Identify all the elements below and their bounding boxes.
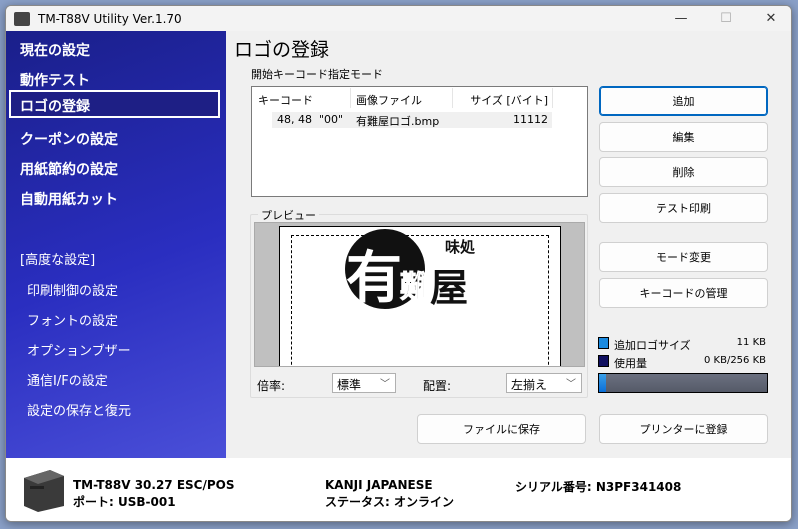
capacity-bar-fill (599, 374, 607, 392)
maximize-button[interactable]: ☐ (703, 6, 749, 31)
sidebar: 現在の設定 動作テスト ロゴの登録 クーポンの設定 用紙節約の設定 自動用紙カッ… (6, 31, 226, 458)
logo-list[interactable]: キーコード 画像ファイル サイズ [バイト] 48, 48 "00" 有難屋ロゴ… (251, 86, 588, 197)
svg-text:有: 有 (346, 246, 402, 311)
sidebar-item-backup-restore[interactable]: 設定の保存と復元 (27, 400, 131, 419)
align-label: 配置: (423, 379, 452, 393)
minimize-button[interactable]: — (658, 6, 704, 31)
mode-label: 開始キーコード指定モード (251, 68, 383, 81)
sidebar-item-operation-test[interactable]: 動作テスト (20, 70, 90, 90)
zoom-select[interactable]: 標準 ﹀ (332, 373, 396, 393)
svg-text:味処: 味処 (445, 238, 476, 256)
sidebar-item-buzzer[interactable]: オプションブザー (27, 340, 131, 359)
capacity-bar (598, 373, 768, 393)
printer-icon (24, 470, 64, 512)
logo-image: 有 難 屋 味処 (345, 229, 476, 311)
chevron-down-icon: ﹀ (380, 379, 390, 390)
window-title: TM-T88V Utility Ver.1.70 (38, 11, 182, 26)
column-header-size[interactable]: サイズ [バイト] (452, 92, 548, 108)
printer-model: TM-T88V 30.27 ESC/POS (73, 478, 235, 492)
cell-size: 11112 (513, 113, 548, 126)
align-select[interactable]: 左揃え ﹀ (506, 373, 582, 393)
paper-preview: 有 難 屋 味処 (279, 226, 561, 366)
svg-text:屋: 屋 (430, 266, 468, 310)
serial-number: シリアル番号: N3PF341408 (515, 480, 682, 494)
preview-area: 有 難 屋 味処 (254, 222, 585, 367)
keycode-manage-button[interactable]: キーコードの管理 (599, 278, 768, 308)
delete-button[interactable]: 削除 (599, 157, 768, 187)
chevron-down-icon: ﹀ (566, 379, 576, 390)
sidebar-item-auto-cut[interactable]: 自動用紙カット (20, 189, 118, 209)
svg-text:難: 難 (400, 270, 430, 305)
added-size-legend-icon (598, 337, 609, 349)
sidebar-item-paper-saving[interactable]: 用紙節約の設定 (20, 159, 118, 179)
save-file-button[interactable]: ファイルに保存 (417, 414, 586, 444)
register-printer-button[interactable]: プリンターに登録 (599, 414, 768, 444)
sidebar-item-print-control[interactable]: 印刷制御の設定 (27, 280, 118, 299)
edit-button[interactable]: 編集 (599, 122, 768, 152)
table-row[interactable]: 48, 48 "00" 有難屋ロゴ.bmp 11112 (272, 112, 552, 128)
sidebar-item-interface[interactable]: 通信I/Fの設定 (27, 370, 108, 389)
printer-app-icon (14, 11, 30, 26)
app-window: TM-T88V Utility Ver.1.70 — ☐ ✕ 現在の設定 動作テ… (5, 5, 792, 522)
page-title: ロゴの登録 (234, 39, 330, 61)
added-size-value: 11 KB (736, 337, 766, 348)
column-header-keycode[interactable]: キーコード (258, 92, 313, 108)
zoom-label: 倍率: (257, 379, 286, 393)
cell-file: 有難屋ロゴ.bmp (356, 115, 440, 128)
cell-keycode: 48, 48 "00" (277, 113, 344, 126)
sidebar-item-current-settings[interactable]: 現在の設定 (20, 40, 90, 60)
test-print-button[interactable]: テスト印刷 (599, 193, 768, 223)
sidebar-item-coupon[interactable]: クーポンの設定 (20, 129, 118, 149)
preview-label: プレビュー (258, 207, 319, 223)
add-button[interactable]: 追加 (599, 86, 768, 116)
used-legend-icon (598, 355, 609, 367)
used-value: 0 KB/256 KB (703, 355, 766, 366)
align-value: 左揃え (511, 378, 548, 392)
sidebar-item-font[interactable]: フォントの設定 (27, 310, 118, 329)
printer-font: KANJI JAPANESE (325, 478, 433, 492)
advanced-settings-header: [高度な設定] (20, 253, 96, 268)
status-footer: TM-T88V 30.27 ESC/POS ポート: USB-001 KANJI… (6, 458, 791, 521)
printer-status: ステータス: オンライン (325, 495, 454, 509)
printer-port: ポート: USB-001 (73, 495, 176, 509)
close-button[interactable]: ✕ (748, 6, 791, 31)
zoom-value: 標準 (337, 378, 362, 392)
column-header-file[interactable]: 画像ファイル (356, 92, 422, 108)
title-bar: TM-T88V Utility Ver.1.70 — ☐ ✕ (6, 6, 791, 31)
added-size-label: 追加ロゴサイズ (614, 339, 691, 352)
used-label: 使用量 (614, 357, 647, 370)
sidebar-item-logo-register[interactable]: ロゴの登録 (9, 90, 220, 118)
mode-change-button[interactable]: モード変更 (599, 242, 768, 272)
